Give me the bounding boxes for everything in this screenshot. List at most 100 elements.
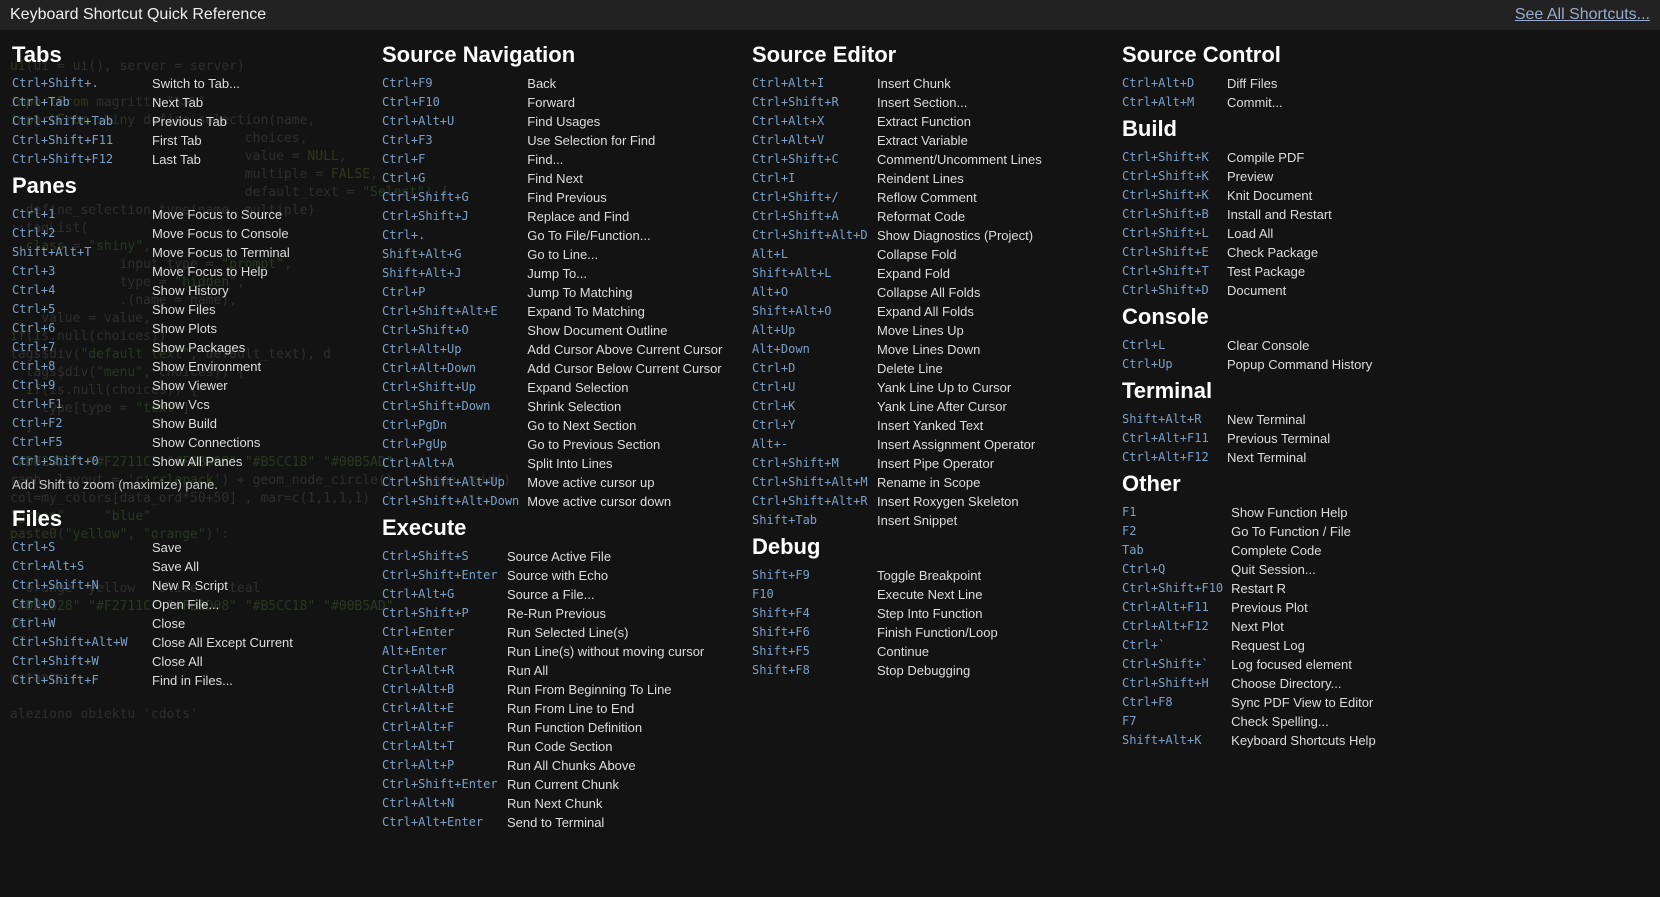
shortcut-key: Ctrl+Tab: [12, 93, 152, 112]
shortcut-key: Ctrl+Alt+F11: [1122, 598, 1231, 617]
shortcut-desc: Test Package: [1227, 262, 1474, 281]
shortcut-key: Ctrl+7: [12, 338, 152, 357]
shortcut-key: Shift+Alt+O: [752, 302, 877, 321]
shortcut-key: F2: [1122, 522, 1231, 541]
section-files-table: Ctrl+SSaveCtrl+Alt+SSave AllCtrl+Shift+N…: [12, 538, 364, 690]
shortcut-key: Ctrl+Alt+Up: [382, 340, 527, 359]
shortcut-key: Ctrl+Alt+P: [382, 756, 507, 775]
shortcut-desc: Close: [152, 614, 364, 633]
shortcut-desc: Go to Previous Section: [527, 435, 734, 454]
shortcut-key: Ctrl+4: [12, 281, 152, 300]
shortcut-row: Alt+UpMove Lines Up: [752, 321, 1104, 340]
shortcut-desc: Show Vcs: [152, 395, 364, 414]
shortcut-key: Shift+Alt+G: [382, 245, 527, 264]
shortcut-row: Shift+F4Step Into Function: [752, 604, 1104, 623]
shortcut-row: Ctrl+Alt+BRun From Beginning To Line: [382, 680, 734, 699]
shortcut-desc: Move active cursor up: [527, 473, 734, 492]
shortcut-desc: Expand All Folds: [877, 302, 1104, 321]
shortcut-row: Ctrl+Alt+ASplit Into Lines: [382, 454, 734, 473]
shortcut-key: Ctrl+Shift+Alt+R: [752, 492, 877, 511]
shortcut-desc: Step Into Function: [877, 604, 1104, 623]
shortcut-row: Shift+Alt+GGo to Line...: [382, 245, 734, 264]
shortcut-key: Ctrl+Alt+D: [1122, 74, 1227, 93]
section-console-table: Ctrl+LClear ConsoleCtrl+UpPopup Command …: [1122, 336, 1474, 374]
shortcut-row: Alt+LCollapse Fold: [752, 245, 1104, 264]
shortcut-key: Ctrl+Shift+Enter: [382, 775, 507, 794]
shortcut-desc: Complete Code: [1231, 541, 1474, 560]
shortcut-row: Ctrl+FFind...: [382, 150, 734, 169]
shortcut-row: Ctrl+DDelete Line: [752, 359, 1104, 378]
shortcut-desc: Show Environment: [152, 357, 364, 376]
shortcut-desc: Stop Debugging: [877, 661, 1104, 680]
section-debug-table: Shift+F9Toggle BreakpointF10Execute Next…: [752, 566, 1104, 680]
shortcut-key: Ctrl+F9: [382, 74, 527, 93]
shortcut-key: Ctrl+Shift+`: [1122, 655, 1231, 674]
shortcut-row: Ctrl+Shift+DDocument: [1122, 281, 1474, 300]
shortcut-desc: Run From Line to End: [507, 699, 734, 718]
shortcut-desc: Knit Document: [1227, 186, 1474, 205]
shortcut-row: Alt+DownMove Lines Down: [752, 340, 1104, 359]
shortcut-key: Ctrl+D: [752, 359, 877, 378]
shortcut-desc: Expand Selection: [527, 378, 734, 397]
section-panes-table: Ctrl+1Move Focus to SourceCtrl+2Move Foc…: [12, 205, 364, 471]
shortcut-row: Ctrl+Shift+KCompile PDF: [1122, 148, 1474, 167]
shortcut-desc: Collapse Fold: [877, 245, 1104, 264]
shortcut-row: Ctrl+Shift+JReplace and Find: [382, 207, 734, 226]
shortcut-desc: Move Lines Down: [877, 340, 1104, 359]
shortcut-key: Shift+F6: [752, 623, 877, 642]
shortcut-row: Ctrl+4Show History: [12, 281, 364, 300]
shortcut-desc: Save: [152, 538, 364, 557]
shortcut-desc: Find in Files...: [152, 671, 364, 690]
section-build-title: Build: [1122, 116, 1474, 142]
shortcut-row: Ctrl+F8Sync PDF View to Editor: [1122, 693, 1474, 712]
shortcut-key: Ctrl+Enter: [382, 623, 507, 642]
shortcut-desc: Sync PDF View to Editor: [1231, 693, 1474, 712]
section-files-title: Files: [12, 506, 364, 532]
shortcut-desc: Next Tab: [152, 93, 364, 112]
shortcut-desc: Move Focus to Terminal: [152, 243, 364, 262]
shortcut-desc: Show Files: [152, 300, 364, 319]
shortcut-row: Ctrl+Shift+GFind Previous: [382, 188, 734, 207]
shortcut-key: Ctrl+Shift+B: [1122, 205, 1227, 224]
shortcut-row: Ctrl+3Move Focus to Help: [12, 262, 364, 281]
shortcut-desc: Shrink Selection: [527, 397, 734, 416]
shortcut-desc: Run Selected Line(s): [507, 623, 734, 642]
shortcut-key: Shift+Alt+J: [382, 264, 527, 283]
shortcut-row: Ctrl+GFind Next: [382, 169, 734, 188]
shortcut-key: Ctrl+L: [1122, 336, 1227, 355]
shortcut-desc: Insert Yanked Text: [877, 416, 1104, 435]
shortcut-key: Ctrl+Shift+J: [382, 207, 527, 226]
shortcut-desc: Show Diagnostics (Project): [877, 226, 1104, 245]
shortcut-key: Ctrl+Shift+Tab: [12, 112, 152, 131]
shortcut-key: Ctrl+Alt+U: [382, 112, 527, 131]
shortcut-desc: Log focused element: [1231, 655, 1474, 674]
shortcut-key: Alt+-: [752, 435, 877, 454]
shortcut-desc: Run All Chunks Above: [507, 756, 734, 775]
shortcut-row: Ctrl+F5Show Connections: [12, 433, 364, 452]
section-source-nav-table: Ctrl+F9BackCtrl+F10ForwardCtrl+Alt+UFind…: [382, 74, 734, 511]
shortcut-key: Ctrl+I: [752, 169, 877, 188]
shortcut-key: Ctrl+Shift+N: [12, 576, 152, 595]
shortcut-row: Ctrl+Shift+SSource Active File: [382, 547, 734, 566]
shortcut-row: Shift+Alt+KKeyboard Shortcuts Help: [1122, 731, 1474, 750]
shortcut-row: Ctrl+PJump To Matching: [382, 283, 734, 302]
shortcut-key: Ctrl+Shift+R: [752, 93, 877, 112]
shortcut-row: Ctrl+7Show Packages: [12, 338, 364, 357]
shortcut-desc: Insert Pipe Operator: [877, 454, 1104, 473]
see-all-shortcuts-link[interactable]: See All Shortcuts...: [1515, 6, 1650, 24]
shortcut-row: Ctrl+Shift+Alt+RInsert Roxygen Skeleton: [752, 492, 1104, 511]
shortcut-row: Ctrl+Shift+CComment/Uncomment Lines: [752, 150, 1104, 169]
shortcut-row: Ctrl+EnterRun Selected Line(s): [382, 623, 734, 642]
shortcut-key: Ctrl+O: [12, 595, 152, 614]
shortcut-key: Ctrl+W: [12, 614, 152, 633]
shortcut-key: Ctrl+Shift+A: [752, 207, 877, 226]
shortcut-desc: Previous Terminal: [1227, 429, 1474, 448]
shortcut-desc: Go to Next Section: [527, 416, 734, 435]
shortcut-key: Ctrl+Shift+O: [382, 321, 527, 340]
shortcut-row: F10Execute Next Line: [752, 585, 1104, 604]
shortcut-row: Shift+F5Continue: [752, 642, 1104, 661]
shortcut-desc: Add Cursor Below Current Cursor: [527, 359, 734, 378]
shortcut-desc: New Terminal: [1227, 410, 1474, 429]
shortcut-desc: Previous Plot: [1231, 598, 1474, 617]
shortcut-row: Ctrl+F2Show Build: [12, 414, 364, 433]
